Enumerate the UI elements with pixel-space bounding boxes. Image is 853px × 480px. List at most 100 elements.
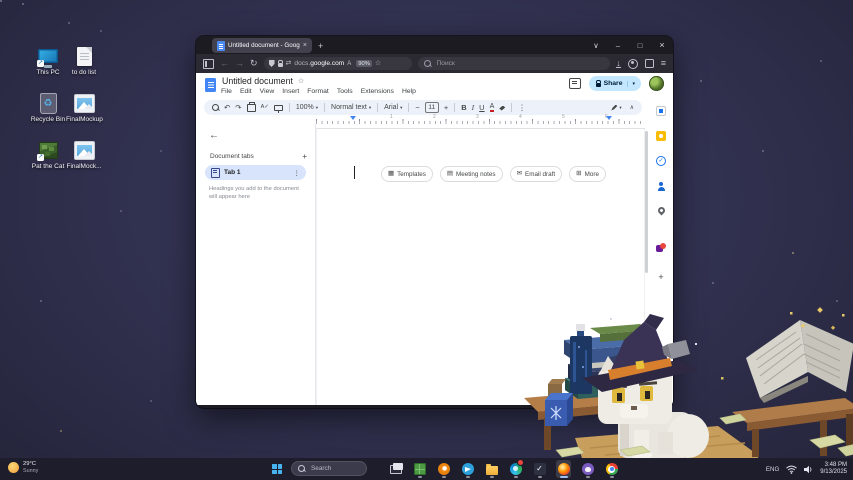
blender-button[interactable] — [436, 460, 451, 478]
file-explorer-button[interactable] — [484, 460, 499, 478]
spellcheck-icon[interactable]: A✓ — [261, 105, 269, 111]
sidebar-icon[interactable] — [203, 59, 214, 69]
lock-icon[interactable] — [278, 63, 283, 67]
increase-font-icon[interactable]: + — [444, 104, 448, 112]
list-tabs-icon[interactable]: ∨ — [585, 41, 607, 50]
paint-format-icon[interactable] — [274, 105, 283, 111]
url-text[interactable]: docs.google.com — [294, 60, 344, 67]
menu-view[interactable]: View — [260, 88, 275, 95]
new-tab-button[interactable]: + — [318, 41, 323, 51]
add-tab-icon[interactable]: + — [302, 152, 307, 161]
address-bar[interactable]: ⇄ docs.google.com A 90% ☆ — [264, 57, 412, 70]
back-icon[interactable]: ← — [220, 59, 229, 68]
weather-widget[interactable]: 29°C Sunny — [8, 461, 38, 474]
taskbar-search-input[interactable] — [309, 464, 360, 473]
keep-icon[interactable] — [656, 131, 666, 141]
menu-format[interactable]: Format — [307, 88, 329, 95]
menu-insert[interactable]: Insert — [282, 88, 299, 95]
account-icon[interactable] — [628, 59, 638, 69]
google-docs-icon[interactable] — [205, 78, 216, 92]
maps-icon[interactable] — [656, 206, 666, 216]
browser-search-input[interactable] — [435, 59, 605, 68]
document-title[interactable]: Untitled document — [222, 76, 293, 86]
bookmark-star-icon[interactable]: ☆ — [375, 60, 381, 67]
close-button[interactable]: × — [651, 40, 673, 50]
tracking-shield-icon[interactable] — [269, 60, 275, 67]
menu-extensions[interactable]: Extensions — [361, 88, 394, 95]
hamburger-menu-icon[interactable]: ≡ — [661, 59, 666, 68]
forward-icon[interactable]: → — [235, 59, 244, 68]
translate-icon[interactable]: A — [347, 61, 351, 67]
calendar-icon[interactable] — [656, 106, 666, 116]
browser-titlebar[interactable]: Untitled document - Google D × + ∨ – □ × — [196, 36, 673, 54]
zoom-level-badge[interactable]: 90% — [356, 60, 372, 67]
get-addons-icon[interactable]: + — [656, 272, 666, 282]
collapse-panel-icon[interactable]: ← — [209, 130, 219, 141]
left-indent-marker[interactable] — [350, 116, 356, 120]
edge-button[interactable] — [508, 460, 523, 478]
page-scrollbar[interactable] — [645, 131, 648, 273]
maximize-button[interactable]: □ — [629, 41, 651, 50]
start-button[interactable] — [272, 464, 282, 474]
star-document-icon[interactable]: ☆ — [298, 77, 304, 85]
desktop-icon-pat-the-cat[interactable]: ↗ Pat the Cat — [30, 138, 66, 185]
tab-options-icon[interactable]: ⋮ — [294, 169, 301, 177]
text-color-icon[interactable]: A — [490, 103, 495, 112]
account-avatar[interactable] — [649, 76, 664, 91]
menu-help[interactable]: Help — [402, 88, 416, 95]
green-grid-app-button[interactable] — [412, 460, 427, 478]
firefox-button[interactable] — [556, 460, 571, 478]
redo-icon[interactable]: ↷ — [235, 104, 241, 112]
right-indent-marker[interactable] — [606, 116, 612, 120]
desktop-icon-finalmockup[interactable]: FinalMockup — [66, 91, 102, 138]
document-page[interactable]: ▦Templates ▤Meeting notes ✉Email draft ⊞… — [316, 128, 645, 405]
taskbar-clock[interactable]: 3:48 PM 9/13/2025 — [820, 462, 847, 476]
print-icon[interactable] — [247, 104, 256, 112]
undo-icon[interactable]: ↶ — [224, 104, 230, 112]
paragraph-style-select[interactable]: Normal text▾ — [331, 104, 371, 111]
decrease-font-icon[interactable]: − — [415, 104, 419, 112]
share-button[interactable]: Share ▾ — [589, 76, 641, 91]
speaker-icon[interactable] — [804, 465, 813, 474]
underline-icon[interactable]: U — [479, 104, 484, 112]
tab-close-icon[interactable]: × — [303, 42, 307, 49]
browser-search-bar[interactable] — [418, 57, 611, 70]
browser-tab[interactable]: Untitled document - Google D × — [212, 38, 312, 53]
zoom-select[interactable]: 100%▾ — [296, 104, 318, 111]
doc-tab-1[interactable]: Tab 1 ⋮ — [205, 165, 306, 180]
highlight-icon[interactable] — [499, 106, 505, 111]
dark-check-app-button[interactable]: ✓ — [532, 460, 547, 478]
task-view-button[interactable] — [388, 460, 403, 478]
contacts-icon[interactable] — [656, 181, 666, 191]
search-menus-icon[interactable] — [212, 104, 219, 111]
email-draft-chip[interactable]: ✉Email draft — [510, 166, 563, 182]
github-desktop-button[interactable] — [580, 460, 595, 478]
swap-icon[interactable]: ⇄ — [286, 60, 292, 67]
menu-tools[interactable]: Tools — [337, 88, 353, 95]
font-select[interactable]: Arial▾ — [384, 104, 402, 111]
language-indicator[interactable]: ENG — [766, 466, 779, 473]
reload-icon[interactable]: ↻ — [250, 59, 258, 68]
ruler[interactable]: 1 2 3 4 5 6 — [316, 116, 645, 124]
menu-edit[interactable]: Edit — [240, 88, 252, 95]
tasks-icon[interactable]: ✓ — [656, 156, 666, 166]
telegram-button[interactable] — [460, 460, 475, 478]
wifi-icon[interactable] — [786, 465, 797, 474]
meeting-notes-chip[interactable]: ▤Meeting notes — [440, 166, 503, 182]
italic-icon[interactable]: I — [472, 104, 475, 112]
desktop-icon-to-do-list[interactable]: to do list — [66, 44, 102, 91]
editing-mode-select[interactable]: ▾ — [611, 105, 621, 111]
taskbar-search[interactable] — [291, 461, 367, 476]
desktop-icon-this-pc[interactable]: ↗ This PC — [30, 44, 66, 91]
hide-menus-icon[interactable]: ∧ — [630, 105, 634, 111]
more-toolbar-icon[interactable]: ⋮ — [518, 104, 526, 112]
templates-chip[interactable]: ▦Templates — [381, 166, 433, 182]
menu-file[interactable]: File — [221, 88, 232, 95]
downloads-icon[interactable]: ↓ — [616, 59, 621, 68]
more-chip[interactable]: ⊞More — [569, 166, 606, 182]
extensions-icon[interactable] — [645, 59, 654, 68]
share-caret-icon[interactable]: ▾ — [627, 81, 639, 87]
desktop-icon-recycle-bin[interactable]: ♻ Recycle Bin — [30, 91, 66, 138]
minimize-button[interactable]: – — [607, 41, 629, 50]
desktop-icon-finalmock2[interactable]: FinalMock... — [66, 138, 102, 185]
